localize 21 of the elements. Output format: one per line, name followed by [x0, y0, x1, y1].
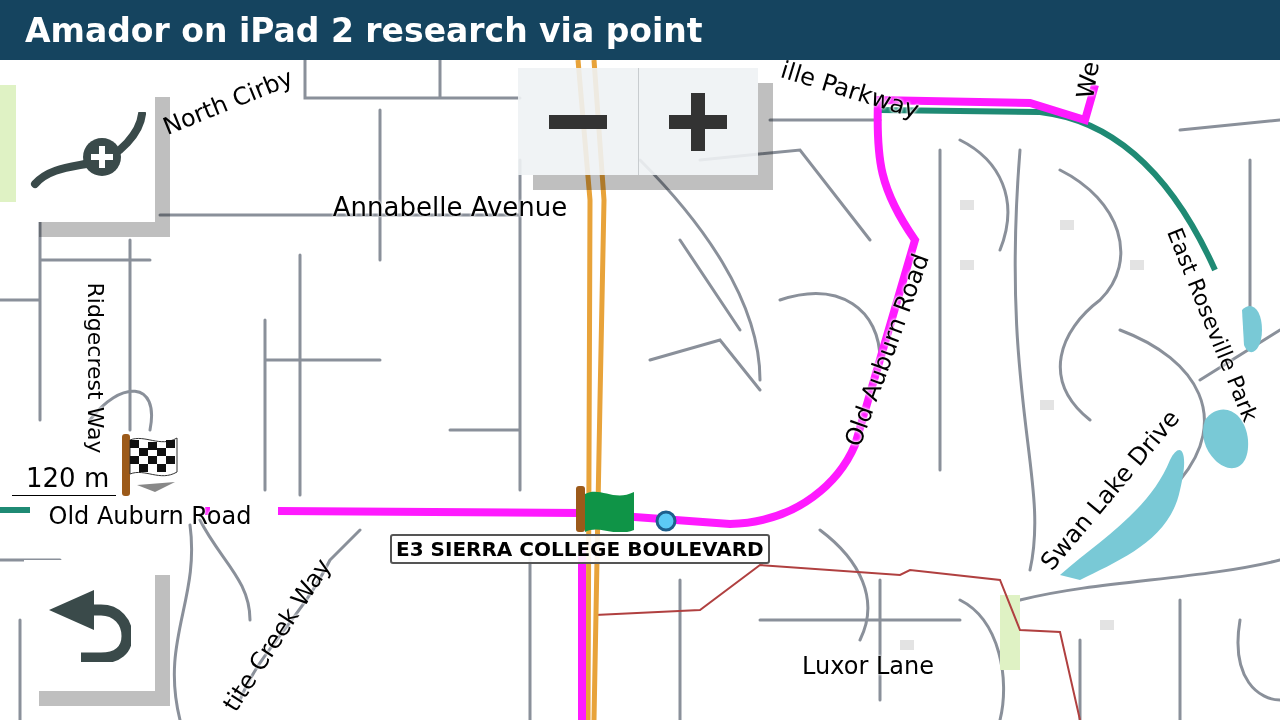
building-shape [1060, 220, 1074, 230]
building-shape [1100, 620, 1114, 630]
back-button[interactable] [24, 560, 155, 691]
street-label: Luxor Lane [802, 654, 934, 678]
scale-text: 120 m [25, 465, 110, 495]
street-label: North Cirby [159, 65, 297, 139]
street-label: Ridgecrest Way [84, 282, 106, 454]
building-shape [1130, 260, 1144, 270]
window-title: Amador on iPad 2 research via point [25, 13, 703, 47]
building-shape [960, 200, 974, 210]
road-label: E3 SIERRA COLLEGE BOULEVARD [390, 534, 770, 564]
building-shape [900, 640, 914, 650]
street-label: We [1072, 60, 1104, 101]
building-shape [1040, 400, 1054, 410]
minus-icon [548, 114, 607, 129]
street-label: Old Auburn Road [48, 504, 252, 528]
back-arrow-icon [48, 589, 131, 662]
plus-icon [669, 92, 728, 151]
position-dot-icon [655, 510, 677, 532]
street-label: Annabelle Avenue [332, 194, 568, 220]
building-shape [960, 260, 974, 270]
